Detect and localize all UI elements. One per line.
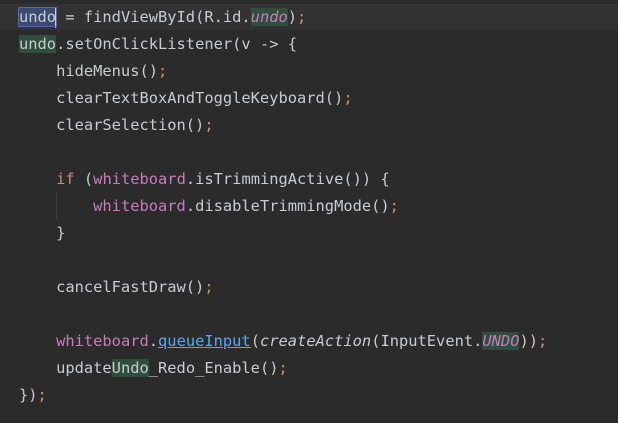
code-token: _Redo_Enable() xyxy=(148,359,279,377)
code-token: } xyxy=(19,224,66,242)
code-token: (InputEvent. xyxy=(371,332,483,350)
code-line[interactable]: undo.setOnClickListener(v -> { xyxy=(19,31,297,58)
code-line[interactable]: if (whiteboard.isTrimmingActive()) { xyxy=(19,166,390,193)
code-token: .disableTrimmingMode() xyxy=(185,197,390,215)
code-token: ; xyxy=(297,8,307,26)
code-token: ) xyxy=(287,8,298,26)
code-line[interactable]: } xyxy=(19,220,65,247)
code-line[interactable]: clearTextBoxAndToggleKeyboard(); xyxy=(19,85,353,112)
code-line[interactable]: cancelFastDraw(); xyxy=(19,274,214,301)
code-token: UNDO xyxy=(482,332,520,350)
code-token: .setOnClickListener(v -> { xyxy=(56,35,297,53)
code-token: createAction xyxy=(259,332,372,350)
code-token: )) xyxy=(519,332,539,350)
code-line[interactable]: whiteboard.disableTrimmingMode(); xyxy=(19,193,399,220)
code-token: }) xyxy=(19,386,38,404)
code-token: = findViewById(R.id. xyxy=(56,8,251,26)
code-token: . xyxy=(148,332,159,350)
code-token: Undo xyxy=(111,359,149,377)
code-token: ; xyxy=(158,62,168,80)
code-token: whiteboard xyxy=(56,332,149,350)
code-token: ; xyxy=(37,386,47,404)
code-line[interactable]: undo = findViewById(R.id.undo); xyxy=(17,4,307,31)
code-token: if xyxy=(56,170,75,188)
code-token: whiteboard xyxy=(93,197,186,215)
code-token: clearTextBoxAndToggleKeyboard() xyxy=(19,89,344,107)
code-token: clearSelection() xyxy=(19,116,205,134)
code-line[interactable]: clearSelection(); xyxy=(19,112,214,139)
code-token: undo xyxy=(19,35,57,53)
code-line[interactable]: whiteboard.queueInput(createAction(Input… xyxy=(19,328,547,355)
code-token: ( xyxy=(74,170,94,188)
code-token: ; xyxy=(389,197,399,215)
code-token: undo xyxy=(17,7,58,27)
code-token: queueInput xyxy=(158,332,251,350)
code-token: ; xyxy=(204,116,214,134)
code-token: whiteboard xyxy=(93,170,186,188)
code-token: update xyxy=(19,359,112,377)
code-line[interactable]: hideMenus(); xyxy=(19,58,167,85)
code-token: ; xyxy=(278,359,288,377)
code-line[interactable]: }); xyxy=(19,382,47,409)
code-token: ( xyxy=(250,332,260,350)
code-token: ; xyxy=(343,89,353,107)
code-editor[interactable]: undo = findViewById(R.id.undo); undo.setO… xyxy=(0,0,618,423)
code-token: cancelFastDraw() xyxy=(19,278,205,296)
code-token: undo xyxy=(250,8,288,26)
code-token: ; xyxy=(204,278,214,296)
code-token: .isTrimmingActive()) { xyxy=(185,170,390,188)
code-line[interactable]: updateUndo_Redo_Enable(); xyxy=(19,355,288,382)
code-token: hideMenus() xyxy=(19,62,158,80)
code-token: ; xyxy=(538,332,548,350)
